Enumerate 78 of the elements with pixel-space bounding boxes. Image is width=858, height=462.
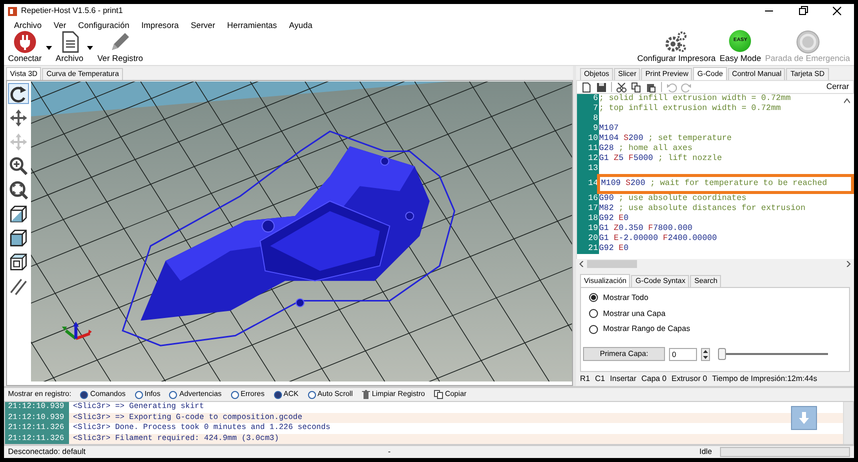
scrollbar-thumb[interactable] (587, 260, 637, 268)
toolbar-button[interactable]: Archivo (54, 30, 86, 63)
spinner-icon[interactable] (701, 348, 710, 361)
dropdown-caret-icon[interactable] (46, 46, 52, 50)
view-tool-button[interactable] (8, 227, 30, 248)
copy-icon[interactable] (631, 82, 642, 92)
code-line: M107 (599, 124, 619, 134)
code-line: M82 ; use absolute distances for extrusion (599, 204, 806, 214)
view-tool-button[interactable] (8, 251, 30, 272)
line-number: 20 (577, 234, 599, 244)
move-arrows-icon (9, 132, 28, 152)
menu-item[interactable]: Configuración (78, 19, 130, 32)
axis-gizmo-icon (62, 322, 92, 340)
view-tool-button[interactable] (8, 107, 30, 128)
move-arrows-icon (9, 108, 28, 128)
gears-icon (664, 30, 688, 54)
line-number: 7 (577, 104, 599, 114)
scrollbar[interactable] (843, 402, 853, 444)
rotate-icon (9, 84, 28, 104)
slider-thumb[interactable] (718, 348, 726, 360)
line-number: 19 (577, 224, 599, 234)
menu-item[interactable]: Server (190, 19, 216, 32)
close-link[interactable]: Cerrar (826, 81, 849, 93)
radio-button[interactable] (589, 293, 598, 302)
dropdown-caret-icon[interactable] (87, 46, 94, 50)
line-number: 18 (577, 214, 599, 224)
toolbar-button[interactable]: Ver Registro (95, 30, 145, 63)
scroll-up-icon[interactable] (844, 98, 850, 104)
save-icon[interactable] (596, 82, 607, 92)
menu-item[interactable]: Ver (54, 19, 66, 32)
code-line: G92 E0 (599, 214, 629, 224)
code-line: G1 Z0.350 F7800.000 (599, 224, 692, 234)
line-number: 14 (577, 174, 599, 194)
restore-icon[interactable] (798, 6, 808, 16)
line-number: 21 (577, 244, 599, 254)
copy-icon (434, 390, 443, 399)
view-tool-button[interactable] (8, 83, 30, 104)
line-number: 6 (577, 94, 599, 104)
line-number: 13 (577, 164, 599, 174)
view-tool-button[interactable] (8, 203, 30, 224)
toolbar-button[interactable]: Configurar Impresora (635, 30, 718, 63)
line-number: 12 (577, 154, 599, 164)
window-title: Repetier-Host V1.5.6 - print1 (21, 5, 123, 17)
code-line: G90 ; use absolute coordinates (599, 194, 746, 204)
view-tool-button[interactable] (8, 155, 30, 176)
radio-button[interactable] (589, 324, 598, 334)
code-line: G92 E0 (599, 244, 629, 254)
down-arrow-icon (798, 412, 810, 424)
code-line: G1 Z5 F5000 ; lift nozzle (599, 154, 722, 164)
zoom-fit-icon (9, 180, 28, 200)
menu-item[interactable]: Archivo (14, 19, 42, 32)
line-number: 8 (577, 114, 599, 124)
code-line: M104 S200 ; set temperature (599, 134, 732, 144)
menu-item[interactable]: Herramientas (227, 19, 277, 32)
code-line: G1 E-2.00000 F2400.00000 (599, 234, 717, 244)
trash-icon (362, 390, 370, 399)
scissors-icon[interactable] (616, 82, 627, 92)
zoom-in-icon (9, 156, 28, 176)
scroll-to-bottom-button[interactable] (791, 406, 817, 430)
radio-button[interactable] (589, 309, 598, 318)
scroll-left-icon[interactable] (579, 261, 584, 267)
menu-item[interactable]: Impresora (141, 19, 179, 32)
line-number: 11 (577, 144, 599, 154)
line-number: 10 (577, 134, 599, 144)
line-number: 16 (577, 194, 599, 204)
line-number: 9 (577, 124, 599, 134)
line-number: 17 (577, 204, 599, 214)
layer-slider[interactable] (718, 348, 828, 360)
menu-item[interactable]: Ayuda (288, 19, 312, 32)
close-icon[interactable] (832, 6, 842, 16)
view-tool-button[interactable] (8, 179, 30, 200)
code-line: ; top infill extrusion width = 0.72mm (599, 104, 781, 114)
code-line: ; solid infill extrusion width = 0.72mm (599, 94, 791, 104)
clipboard-icon[interactable] (646, 82, 657, 92)
code-line: G28 ; home all axes (599, 144, 692, 154)
scroll-right-icon[interactable] (846, 261, 851, 267)
app-logo-icon (8, 6, 17, 16)
toolbar-button[interactable]: Conectar (6, 30, 44, 63)
